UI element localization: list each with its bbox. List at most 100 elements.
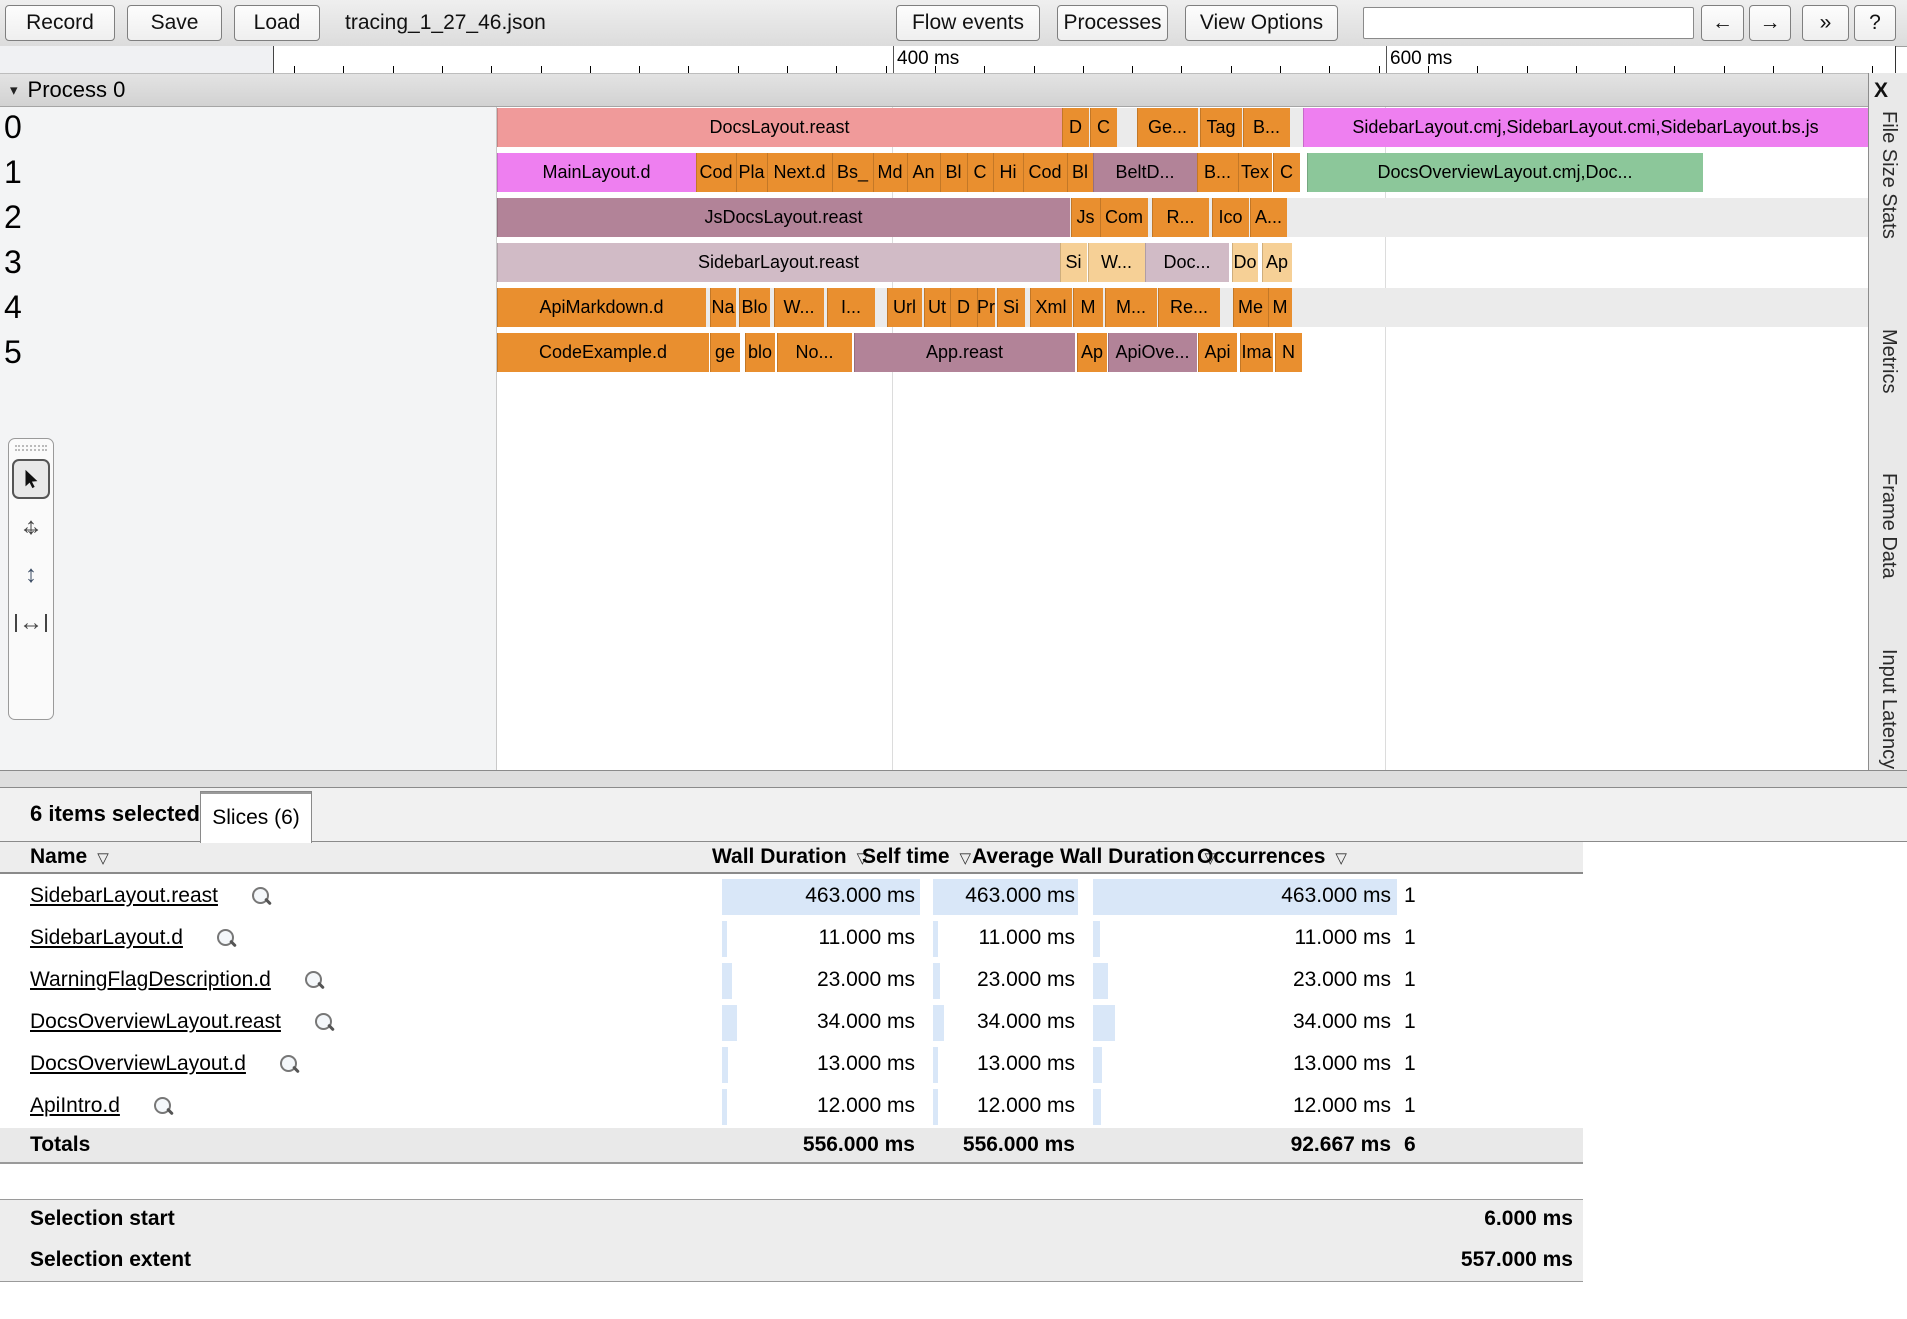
magnifier-icon[interactable]: [216, 929, 234, 946]
tab-slices[interactable]: Slices (6): [200, 791, 312, 843]
more-options-button[interactable]: »: [1802, 5, 1849, 41]
trace-slice[interactable]: Blo: [739, 288, 770, 327]
slice-name-link[interactable]: WarningFlagDescription.d: [30, 968, 322, 992]
column-header-wall-duration[interactable]: Wall Duration ▽: [712, 845, 868, 869]
magnifier-icon[interactable]: [153, 1097, 171, 1114]
trace-slice[interactable]: An: [907, 153, 940, 192]
trace-slice[interactable]: Bs_: [832, 153, 873, 192]
trace-slice[interactable]: Ap: [1262, 243, 1292, 282]
sidebar-tab-file-size-stats[interactable]: File Size Stats: [1877, 111, 1900, 239]
trace-slice[interactable]: I...: [827, 288, 875, 327]
process-header[interactable]: ▾ Process 0: [0, 73, 1868, 107]
trace-slice[interactable]: Ico: [1212, 198, 1249, 237]
trace-slice[interactable]: C: [1090, 108, 1117, 147]
trace-slice[interactable]: ApiMarkdown.d: [497, 288, 706, 327]
sidebar-tab-metrics[interactable]: Metrics: [1877, 329, 1900, 393]
view-options-button[interactable]: View Options: [1185, 5, 1338, 41]
column-header-average-wall-duration[interactable]: Average Wall Duration ▽: [972, 845, 1216, 869]
trace-slice[interactable]: Me: [1233, 288, 1268, 327]
trace-slice[interactable]: SidebarLayout.cmj,SidebarLayout.cmi,Side…: [1303, 108, 1868, 147]
trace-slice[interactable]: Si: [997, 288, 1025, 327]
trace-slice[interactable]: MainLayout.d: [497, 153, 696, 192]
trace-slice[interactable]: D: [950, 288, 977, 327]
trace-slice[interactable]: R...: [1152, 198, 1209, 237]
help-button[interactable]: ?: [1854, 5, 1896, 41]
flow-events-button[interactable]: Flow events: [896, 5, 1040, 41]
trace-slice[interactable]: Xml: [1030, 288, 1072, 327]
trace-slice[interactable]: blo: [745, 333, 775, 372]
trace-slice[interactable]: B...: [1197, 153, 1238, 192]
sort-icon[interactable]: ▽: [960, 850, 972, 867]
trace-slice[interactable]: Bl: [1067, 153, 1093, 192]
zoom-tool-button[interactable]: ↕: [12, 555, 50, 595]
trace-slice[interactable]: Si: [1060, 243, 1087, 282]
trace-slice[interactable]: ge: [710, 333, 740, 372]
trace-slice[interactable]: Doc...: [1145, 243, 1229, 282]
sort-icon[interactable]: ▽: [1335, 850, 1347, 867]
timing-tool-button[interactable]: ↔: [12, 603, 50, 643]
trace-slice[interactable]: Api: [1198, 333, 1237, 372]
trace-slice[interactable]: W...: [774, 288, 824, 327]
slice-name-link[interactable]: ApiIntro.d: [30, 1094, 171, 1118]
trace-slice[interactable]: DocsLayout.reast: [497, 108, 1062, 147]
trace-slice[interactable]: C: [967, 153, 993, 192]
trace-slice[interactable]: ApiOve...: [1108, 333, 1197, 372]
trace-slice[interactable]: App.reast: [854, 333, 1075, 372]
trace-slice[interactable]: D: [1062, 108, 1089, 147]
trace-slice[interactable]: Js: [1071, 198, 1100, 237]
column-header-occurrences[interactable]: Occurrences ▽: [1197, 845, 1347, 869]
trace-slice[interactable]: Na: [710, 288, 736, 327]
processes-button[interactable]: Processes: [1057, 5, 1168, 41]
slice-name-link[interactable]: SidebarLayout.reast: [30, 884, 269, 908]
trace-slice[interactable]: Url: [887, 288, 922, 327]
trace-slice[interactable]: Com: [1100, 198, 1148, 237]
trace-slice[interactable]: Hi: [993, 153, 1023, 192]
sidebar-tab-frame-data[interactable]: Frame Data: [1877, 473, 1900, 579]
trace-slice[interactable]: Md: [873, 153, 907, 192]
trace-slice[interactable]: A...: [1250, 198, 1287, 237]
panel-splitter[interactable]: [0, 770, 1907, 788]
trace-slice[interactable]: M: [1268, 288, 1292, 327]
column-header-self-time[interactable]: Self time ▽: [862, 845, 971, 869]
slice-name-link[interactable]: DocsOverviewLayout.reast: [30, 1010, 332, 1034]
pan-tool-button[interactable]: ↔ ↕: [12, 507, 50, 547]
trace-slice[interactable]: M...: [1105, 288, 1157, 327]
find-next-button[interactable]: →: [1749, 5, 1791, 41]
magnifier-icon[interactable]: [314, 1013, 332, 1030]
slice-name-link[interactable]: SidebarLayout.d: [30, 926, 234, 950]
magnifier-icon[interactable]: [251, 887, 269, 904]
trace-slice[interactable]: N: [1275, 333, 1302, 372]
trace-slice[interactable]: B...: [1243, 108, 1290, 147]
magnifier-icon[interactable]: [304, 971, 322, 988]
trace-slice[interactable]: CodeExample.d: [497, 333, 709, 372]
sidebar-tab-input-latency[interactable]: Input Latency: [1877, 649, 1900, 769]
trace-slice[interactable]: M: [1073, 288, 1103, 327]
trace-slice[interactable]: W...: [1088, 243, 1145, 282]
trace-slice[interactable]: DocsOverviewLayout.cmj,Doc...: [1307, 153, 1703, 192]
selection-tool-button[interactable]: [12, 459, 50, 499]
trace-slice[interactable]: SidebarLayout.reast: [497, 243, 1060, 282]
save-button[interactable]: Save: [127, 5, 222, 41]
trace-slice[interactable]: No...: [777, 333, 852, 372]
trace-slice[interactable]: BeltD...: [1093, 153, 1197, 192]
slice-name-link[interactable]: DocsOverviewLayout.d: [30, 1052, 297, 1076]
sort-icon[interactable]: ▽: [97, 850, 109, 867]
trace-slice[interactable]: Bl: [940, 153, 967, 192]
trace-slice[interactable]: Cod: [1023, 153, 1067, 192]
trace-slice[interactable]: Do: [1232, 243, 1258, 282]
trace-slice[interactable]: Cod: [696, 153, 736, 192]
timeline-ruler[interactable]: 400 ms 600 ms: [273, 46, 1896, 73]
trace-slice[interactable]: Ut: [924, 288, 950, 327]
trace-slice[interactable]: C: [1273, 153, 1300, 192]
trace-slice[interactable]: Tex: [1238, 153, 1272, 192]
close-button[interactable]: X: [1874, 79, 1888, 103]
timeline-viewport[interactable]: DocsLayout.reast D C Ge... Tag B... SidebarLay…: [497, 107, 1868, 770]
trace-slice[interactable]: Pr: [977, 288, 995, 327]
record-button[interactable]: Record: [5, 5, 115, 41]
column-header-name[interactable]: Name ▽: [30, 845, 109, 869]
trace-slice[interactable]: Re...: [1158, 288, 1220, 327]
trace-slice[interactable]: Next.d: [767, 153, 832, 192]
trace-slice[interactable]: Pla: [736, 153, 767, 192]
trace-slice[interactable]: Tag: [1200, 108, 1242, 147]
trace-slice[interactable]: Ap: [1077, 333, 1107, 372]
